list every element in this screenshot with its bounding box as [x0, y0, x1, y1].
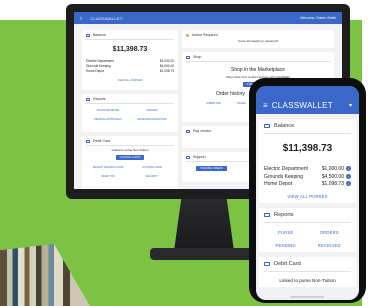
pay-icon [186, 129, 190, 133]
balance-card-header: Balance [86, 33, 174, 40]
phone-debit-card-title: Debit Card [274, 261, 301, 268]
alert-icon [186, 33, 189, 37]
purse-row[interactable]: Grounds Keeping $4,500.00 [86, 64, 174, 68]
debit-card-card: Debit Card Linked to purse Non-Tuition C… [82, 136, 178, 189]
shop-card-header: Shop [186, 55, 330, 62]
report-link[interactable]: PURSE [264, 230, 308, 235]
reports-card: Reports TRANS RECEIVED ORDERS PENDING AP… [82, 94, 178, 132]
support-title: Support [193, 155, 206, 159]
debit-card-note: Linked to purse Non-Tuition [111, 148, 149, 152]
hamburger-menu-icon[interactable]: ≡ [263, 101, 268, 110]
report-link[interactable]: PENDING APPROVALS [86, 118, 130, 121]
submitted-link[interactable]: SUBMITTED [206, 102, 221, 105]
phone-reports-links: PURSE ORDERS PENDING RECEIVED [264, 230, 351, 248]
phone-purse-row[interactable]: Electric Department $1,000.00 i [264, 166, 351, 172]
balance-card: Balance $11,398.73 Electric Department $1… [82, 30, 178, 90]
phone-debit-card-header: Debit Card [264, 261, 351, 273]
debit-card-link[interactable]: RESET PIN [86, 175, 130, 178]
pay-vendor-title: Pay vendor [193, 129, 212, 133]
report-link[interactable]: PENDING [264, 243, 308, 248]
desktop-header: ≡ CLASSWALLET Welcome, Robert Smith [74, 12, 342, 24]
debit-card-link[interactable]: RECENT TRANSACTIONS [86, 166, 130, 169]
phone-purse-row[interactable]: Home Depot $1,098.73 i [264, 181, 351, 187]
marketplace-title: Shop in the Marketplace [231, 67, 285, 73]
welcome-text[interactable]: Welcome, Robert Smith [300, 16, 336, 20]
wallet-icon [264, 123, 270, 129]
phone-purse-row[interactable]: Grounds Keeping $4,500.00 i [264, 173, 351, 180]
purse-name: Grounds Keeping [86, 64, 111, 68]
phone-balance-card: Balance $11,398.73 Electric Department $… [259, 119, 356, 204]
report-link[interactable]: RECEIVED DONATIONS [130, 118, 174, 121]
view-all-purses-link[interactable]: VIEW ALL PURSES [86, 78, 174, 82]
purse-name: Home Depot [264, 181, 293, 188]
purse-value: $1,000.00 [321, 166, 344, 172]
action-required-title: Action Required [192, 33, 218, 37]
report-link[interactable]: ORDERS [308, 230, 352, 235]
phone-balance-title: Balance [274, 123, 295, 129]
home-indicator [290, 296, 324, 298]
reports-icon [86, 97, 90, 101]
training-videos-button[interactable]: TRAINING VIDEOS [196, 166, 227, 171]
phone-header: ≡ CLASSWALLET ▾ [256, 86, 359, 114]
app-logo[interactable]: CLASSWALLET [90, 16, 122, 21]
phone-app-logo[interactable]: CLASSWALLET [272, 101, 333, 110]
reports-card-header: Reports [86, 97, 174, 104]
card-icon [86, 139, 90, 143]
purse-value: $4,500.00 [159, 64, 174, 68]
balance-amount: $11,398.73 [112, 46, 148, 53]
info-icon[interactable]: i [346, 181, 351, 187]
debit-card-link[interactable]: SECURITY [130, 175, 174, 178]
phone-debit-card-note: Linked to purse Non-Tuition [279, 278, 336, 284]
phone-reports-card: Reports PURSE ORDERS PENDING RECEIVED [259, 208, 356, 253]
phone-view-all-purses-link[interactable]: VIEW ALL PURSES [264, 194, 351, 199]
purse-row[interactable]: Home Depot $1,098.73 [86, 69, 174, 73]
phone-reports-header: Reports [264, 212, 351, 224]
purse-name: Electric Department [264, 166, 308, 172]
purse-value: $1,098.73 [321, 181, 344, 188]
purse-value: $1,098.73 [159, 69, 174, 73]
phone-reports-title: Reports [274, 212, 294, 219]
phone-screen: ≡ CLASSWALLET ▾ Balance $11,398.73 Elect… [256, 86, 359, 300]
balance-title: Balance [93, 33, 106, 37]
action-required-message: You're all caught up. Great job! [237, 39, 279, 43]
action-required-card: Action Required You're all caught up. Gr… [182, 30, 334, 48]
info-icon[interactable]: i [346, 166, 351, 171]
chevron-down-icon[interactable]: ▾ [349, 102, 352, 109]
change-cards-button[interactable]: CHANGE CARDS [115, 155, 145, 160]
purse-name: Grounds Keeping [264, 173, 303, 180]
purse-row[interactable]: Electric Department $1,000.00 [86, 59, 174, 63]
reports-icon [264, 212, 270, 218]
purse-value: $4,500.00 [321, 173, 344, 180]
purse-value: $1,000.00 [159, 59, 174, 63]
debit-card-link[interactable]: ACTIVATE CARD [130, 166, 174, 169]
wallet-icon [86, 33, 90, 37]
purse-name: Electric Department [86, 59, 114, 63]
info-icon[interactable]: i [346, 173, 351, 179]
cart-icon [186, 55, 190, 59]
saved-link[interactable]: SAVED [237, 102, 246, 105]
phone-debit-card-card: Debit Card Linked to purse Non-Tuition [259, 257, 356, 288]
report-link[interactable]: ORDERS [130, 109, 174, 112]
hamburger-menu-icon[interactable]: ≡ [80, 16, 82, 21]
phone-balance-header: Balance [264, 123, 351, 134]
report-link[interactable]: RECEIVED [308, 243, 352, 248]
support-icon [186, 155, 190, 159]
debit-card-header: Debit Card [86, 139, 174, 146]
phone-balance-amount: $11,398.73 [282, 143, 333, 154]
card-icon [264, 261, 270, 267]
debit-card-title: Debit Card [93, 139, 111, 143]
monitor-stand [174, 199, 234, 251]
purse-name: Home Depot [86, 69, 104, 73]
report-link[interactable]: TRANS RECEIVED [86, 109, 130, 112]
reports-title: Reports [93, 97, 106, 101]
shop-title: Shop [193, 55, 202, 59]
